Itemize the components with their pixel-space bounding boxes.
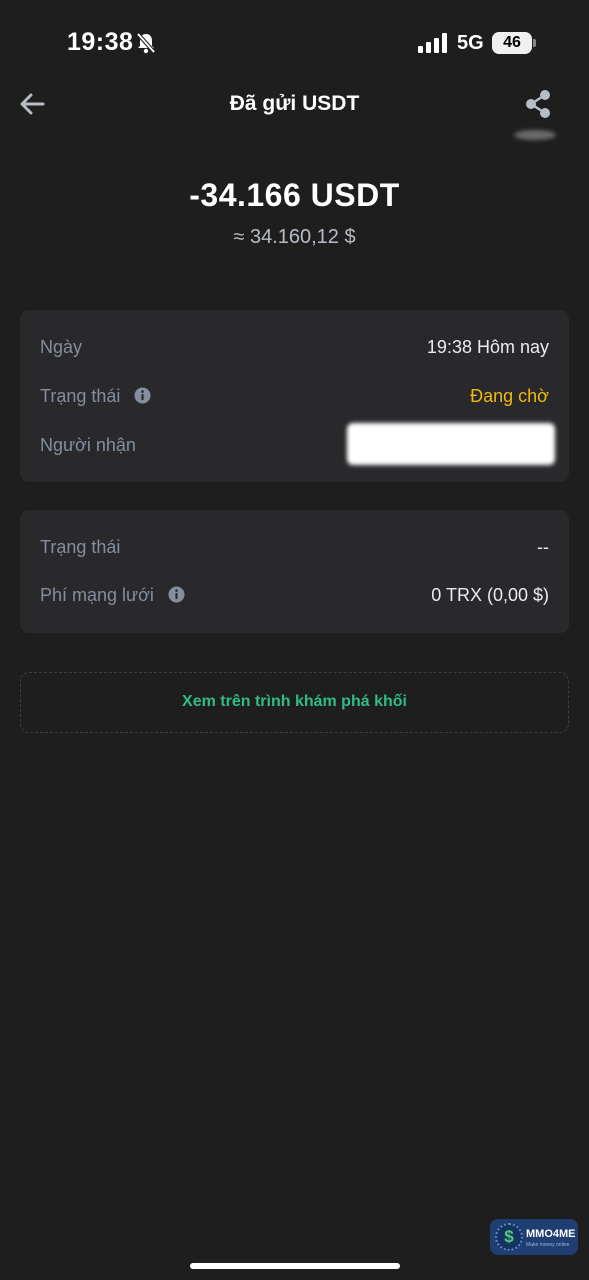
status-bar: 19:38 5G 46 (0, 0, 589, 88)
network-details-card: Trạng thái -- Phí mạng lưới 0 TRX (0,00 … (20, 510, 569, 633)
page-title: Đã gửi USDT (229, 92, 360, 115)
network-status-label: Trạng thái (40, 537, 121, 557)
battery-level: 46 (492, 32, 532, 54)
bell-muted-icon (136, 32, 156, 54)
redaction-smudge (514, 130, 556, 140)
date-label: Ngày (40, 337, 83, 357)
network-status-value: -- (537, 537, 549, 557)
transaction-details-card: Ngày 19:38 Hôm nay Trạng thái Đang chờ N… (20, 310, 569, 482)
redaction-block (347, 423, 555, 465)
date-row: Ngày 19:38 Hôm nay (40, 337, 549, 361)
fiat-equivalent: ≈ 34.160,12 $ (233, 226, 356, 248)
share-icon[interactable] (524, 89, 554, 119)
nav-bar: Đã gửi USDT (0, 80, 589, 140)
info-icon[interactable] (168, 586, 185, 603)
recipient-row: Người nhận GN (40, 423, 555, 465)
watermark-logo: $ MMO4ME Make money online (490, 1219, 578, 1255)
status-badge: Đang chờ (470, 386, 549, 406)
watermark-tagline: Make money online (526, 1242, 570, 1248)
network-type: 5G (457, 32, 484, 54)
network-fee-value: 0 TRX (0,00 $) (431, 585, 549, 605)
network-fee-label: Phí mạng lưới (40, 585, 154, 605)
sent-amount: -34.166 USDT (189, 177, 400, 213)
battery-icon: 46 (492, 32, 536, 54)
status-label-wrap: Trạng thái (40, 386, 151, 407)
dollar-coin-icon: $ (495, 1223, 523, 1251)
status-row: Trạng thái Đang chờ (40, 386, 549, 410)
signal-icon (418, 33, 447, 53)
view-on-explorer-button[interactable]: Xem trên trình khám phá khối (20, 672, 569, 733)
date-value: 19:38 Hôm nay (426, 337, 549, 357)
status-time: 19:38 (67, 28, 134, 56)
status-label: Trạng thái (40, 386, 121, 406)
network-fee-label-wrap: Phí mạng lưới (40, 585, 185, 606)
info-icon[interactable] (134, 387, 151, 404)
network-status-row: Trạng thái -- (40, 537, 549, 561)
network-fee-row: Phí mạng lưới 0 TRX (0,00 $) (40, 585, 549, 609)
home-indicator[interactable] (190, 1263, 400, 1269)
recipient-label: Người nhận (40, 435, 136, 455)
watermark-name: MMO4ME (526, 1228, 576, 1240)
